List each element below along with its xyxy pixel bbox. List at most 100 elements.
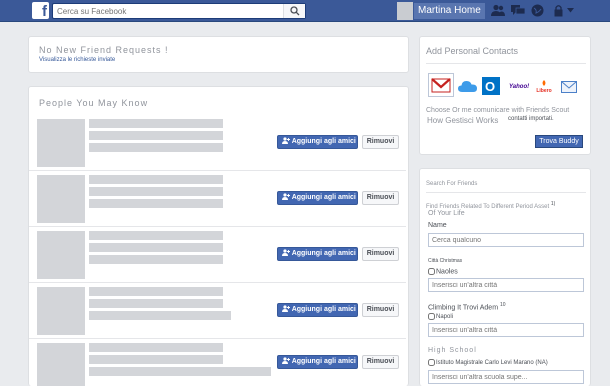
current-city-option-label: Napoli — [436, 314, 454, 321]
search-friends-subtitle: Find Friends Related To Different Period… — [426, 201, 590, 210]
email-icon[interactable] — [561, 81, 577, 93]
search-friends-divider — [426, 192, 586, 193]
suggestion-info-placeholder — [89, 243, 223, 252]
suggestion-photo[interactable] — [37, 343, 85, 386]
profile-name-link[interactable]: Martina Home — [414, 3, 485, 19]
remove-button[interactable]: Rimuovi — [362, 303, 399, 317]
search-input[interactable] — [53, 4, 273, 18]
search-box — [52, 3, 306, 19]
contacts-divider — [426, 63, 586, 64]
top-navigation-bar: f Martina Home — [0, 0, 610, 22]
add-friend-label: Aggiungi agli amici — [291, 358, 356, 365]
yahoo-icon[interactable]: Yahoo! — [509, 84, 529, 90]
hometown-label: Città Christmas — [428, 258, 463, 264]
remove-button[interactable]: Rimuovi — [362, 191, 399, 205]
suggestion-photo[interactable] — [37, 175, 85, 223]
add-friend-button[interactable]: Aggiungi agli amici — [277, 303, 358, 317]
suggestion-row: Aggiungi agli amici Rimuovi — [29, 171, 406, 227]
contacts-desc-line-3: contatti importati. — [508, 116, 554, 122]
high-school-label: High School — [428, 347, 477, 354]
current-city-input[interactable] — [428, 323, 584, 337]
hometown-input[interactable] — [428, 278, 584, 292]
add-friend-button[interactable]: Aggiungi agli amici — [277, 247, 358, 261]
gmail-service[interactable] — [428, 73, 454, 97]
svg-text:O: O — [485, 79, 495, 94]
profile-avatar[interactable] — [397, 2, 413, 20]
hometown-checkbox[interactable] — [428, 268, 435, 275]
add-friend-icon — [282, 357, 290, 364]
search-icon — [290, 6, 300, 16]
add-friend-label: Aggiungi agli amici — [291, 250, 356, 257]
contacts-description: Choose Or me comunicare with Friends Sco… — [426, 107, 588, 115]
high-school-input[interactable] — [428, 370, 584, 384]
messages-icon[interactable] — [511, 4, 525, 17]
suggestion-name-placeholder — [89, 287, 223, 296]
libero-flame-icon — [542, 80, 546, 86]
add-friend-label: Aggiungi agli amici — [291, 194, 356, 201]
suggestion-info-placeholder — [89, 187, 223, 196]
gmail-icon — [431, 78, 451, 93]
libero-icon[interactable]: Libero — [533, 79, 555, 95]
outlook-icon[interactable]: O — [482, 77, 500, 95]
remove-button[interactable]: Rimuovi — [362, 247, 399, 261]
contacts-desc-line-1: Choose Or me comunicare with Friends Sco… — [426, 107, 570, 114]
remove-button[interactable]: Rimuovi — [362, 135, 399, 149]
pymk-title: People You May Know — [39, 98, 149, 108]
high-school-option-label: Istituto Magistrale Carlo Levi Marano (N… — [436, 360, 548, 367]
add-friend-label: Aggiungi agli amici — [291, 138, 356, 145]
suggestion-row: Aggiungi agli amici Rimuovi — [29, 115, 406, 171]
friend-requests-icon[interactable] — [491, 4, 505, 17]
suggestion-photo[interactable] — [37, 287, 85, 335]
suggestion-info-placeholder — [89, 299, 223, 308]
suggestion-info-placeholder — [89, 255, 223, 264]
add-contacts-card: Add Personal Contacts O Yahoo! Libero Ch… — [419, 36, 591, 155]
suggestion-name-placeholder — [89, 231, 223, 240]
remove-button[interactable]: Rimuovi — [362, 355, 399, 369]
how-it-works-link[interactable]: How Gestisci Works — [427, 116, 498, 125]
current-city-option[interactable]: Napoli — [428, 313, 453, 320]
search-friends-subtitle-2: Of Your Life — [428, 210, 465, 217]
icloud-icon[interactable] — [458, 79, 478, 93]
suggestion-info-placeholder — [89, 311, 231, 320]
suggestion-row: Aggiungi agli amici Rimuovi — [29, 283, 406, 339]
add-friend-button[interactable]: Aggiungi agli amici — [277, 135, 358, 149]
facebook-logo[interactable]: f — [32, 2, 49, 19]
suggestion-info-placeholder — [89, 355, 223, 364]
friend-requests-card: No New Friend Requests ! Visualizza le r… — [28, 36, 409, 73]
suggestion-photo[interactable] — [37, 231, 85, 279]
suggestion-info-placeholder — [89, 199, 223, 208]
suggestion-photo[interactable] — [37, 119, 85, 167]
suggestion-name-placeholder — [89, 343, 223, 352]
current-city-label-text: Climbing It Trovi Adem — [428, 304, 499, 312]
search-friends-title: Search For Friends — [426, 181, 478, 187]
friend-requests-title: No New Friend Requests ! — [39, 45, 169, 55]
privacy-lock-icon[interactable] — [554, 4, 563, 17]
suggestion-info-placeholder — [89, 367, 271, 376]
current-city-label: Climbing It Trovi Adem 10 — [428, 302, 506, 311]
people-you-may-know-card: People You May Know Aggiungi agli amici … — [28, 86, 409, 386]
name-label: Name — [428, 222, 447, 229]
suggestion-row: Aggiungi agli amici Rimuovi — [29, 227, 406, 283]
suggestion-name-placeholder — [89, 175, 223, 184]
search-friends-card: Search For Friends Find Friends Related … — [419, 168, 591, 386]
add-friend-button[interactable]: Aggiungi agli amici — [277, 355, 358, 369]
add-friend-button[interactable]: Aggiungi agli amici — [277, 191, 358, 205]
add-friend-icon — [282, 193, 290, 200]
high-school-option[interactable]: Istituto Magistrale Carlo Levi Marano (N… — [428, 359, 548, 366]
add-friend-icon — [282, 137, 290, 144]
sent-requests-link[interactable]: Visualizza le richieste inviate — [39, 57, 115, 63]
add-friend-label: Aggiungi agli amici — [291, 306, 356, 313]
add-friend-icon — [282, 305, 290, 312]
libero-label: Libero — [536, 88, 552, 94]
high-school-checkbox[interactable] — [428, 359, 435, 366]
name-search-input[interactable] — [428, 233, 584, 247]
search-button[interactable] — [283, 4, 305, 18]
current-city-checkbox[interactable] — [428, 313, 435, 320]
chevron-down-icon[interactable] — [567, 8, 574, 13]
add-friend-icon — [282, 249, 290, 256]
find-friends-button[interactable]: Trova Buddy — [535, 135, 583, 148]
suggestion-info-placeholder — [89, 131, 223, 140]
notifications-globe-icon[interactable] — [531, 4, 544, 17]
subtitle-sup: 1) — [550, 201, 556, 207]
hometown-option[interactable]: Naoles — [428, 268, 458, 275]
